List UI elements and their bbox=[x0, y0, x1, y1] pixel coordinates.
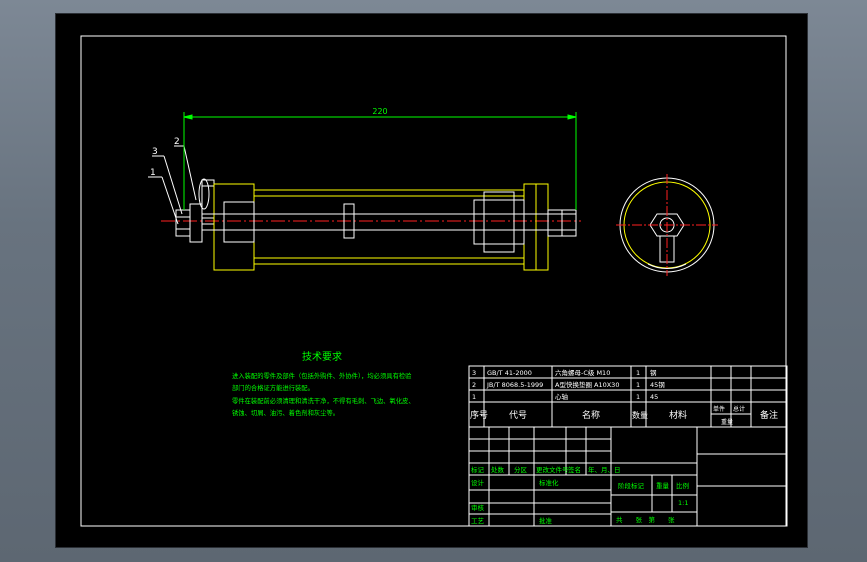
tb-label-review: 审核 bbox=[471, 503, 485, 512]
inner-rod bbox=[202, 191, 576, 253]
bom-row-2-qty: 1 bbox=[636, 381, 640, 389]
tb-label-signature: 签名 bbox=[568, 465, 581, 474]
balloon-2: 2 bbox=[174, 137, 180, 147]
bom-row-2-material: 45钢 bbox=[650, 381, 665, 389]
bom-row-3-qty: 1 bbox=[636, 369, 640, 377]
bom-row-3-name: 六角螺母-C级 M10 bbox=[555, 368, 610, 377]
bom-row-1-name: 心轴 bbox=[555, 392, 569, 401]
balloon-leaders bbox=[148, 145, 197, 225]
tb-label-design: 设计 bbox=[471, 478, 485, 487]
bom-header-name: 名称 bbox=[582, 409, 600, 421]
title-block bbox=[468, 365, 788, 527]
bom-row-1-material: 45 bbox=[650, 393, 658, 401]
tb-label-count: 处数 bbox=[491, 465, 505, 474]
tech-req-line-3: 零件在装配前必须清理和清洗干净，不得有毛刺、飞边、氧化皮、 bbox=[232, 396, 415, 405]
cylinder-body bbox=[213, 183, 549, 271]
tb-label-standard: 标准化 bbox=[539, 478, 559, 487]
assembly-drawing: 3 2 1 220 技术要求 进入装配的零件及部件（包括外购件、外协件），均必须… bbox=[80, 35, 788, 527]
tb-scale-value: 1:1 bbox=[678, 499, 688, 507]
drawing-frame bbox=[80, 35, 787, 527]
cad-viewport[interactable]: 3 2 1 220 技术要求 进入装配的零件及部件（包括外购件、外协件），均必须… bbox=[55, 13, 808, 548]
main-view: 3 2 1 220 bbox=[148, 107, 581, 271]
tech-req-line-1: 进入装配的零件及部件（包括外购件、外协件），均必须具有检验 bbox=[232, 371, 412, 380]
tech-req-line-2: 部门的合格证方能进行装配。 bbox=[232, 383, 314, 392]
tb-label-weight: 重量 bbox=[656, 482, 670, 490]
bom-header-no: 序号 bbox=[470, 409, 488, 421]
bom-header-total: 总计 bbox=[733, 405, 745, 413]
tb-label-scale: 比例 bbox=[676, 481, 689, 490]
bom-header-code: 代号 bbox=[509, 410, 527, 421]
bom-header-unit: 单件 bbox=[713, 405, 725, 413]
balloon-1: 1 bbox=[150, 168, 156, 178]
balloon-3: 3 bbox=[152, 147, 158, 157]
bom-row-1-no: 1 bbox=[472, 393, 476, 401]
tb-label-stage: 阶段标记 bbox=[618, 481, 645, 490]
bom-header-qty: 数量 bbox=[632, 410, 648, 420]
tb-label-zone: 分区 bbox=[514, 465, 528, 474]
side-view bbox=[616, 174, 718, 276]
tb-label-change-doc: 更改文件号 bbox=[536, 465, 569, 474]
bom-row-2-no: 2 bbox=[472, 381, 476, 389]
bom-headers: 序号 代号 名称 数量 材料 单件 总计 重量 备注 bbox=[470, 405, 778, 426]
length-dimension-value: 220 bbox=[372, 107, 387, 116]
tb-label-mark: 标记 bbox=[471, 465, 485, 474]
bom-rows: 3 GB/T 41-2000 六角螺母-C级 M10 1 钢 2 JB/T 80… bbox=[472, 368, 665, 401]
bom-header-weight: 重量 bbox=[721, 418, 733, 426]
tb-label-date: 年、月、日 bbox=[588, 465, 621, 474]
tech-req-title: 技术要求 bbox=[302, 350, 342, 363]
washer-part-2 bbox=[189, 178, 210, 243]
bom-header-remark: 备注 bbox=[760, 409, 778, 421]
bom-row-3-material: 钢 bbox=[650, 369, 657, 377]
bom-row-2-code: JB/T 8068.5-1999 bbox=[486, 381, 543, 389]
tb-label-process: 工艺 bbox=[471, 517, 485, 525]
tech-req-line-4: 锈蚀、切屑、油污、着色剂和灰尘等。 bbox=[232, 408, 339, 417]
tb-label-approve: 批准 bbox=[539, 516, 553, 525]
bom-row-3-no: 3 bbox=[472, 369, 476, 377]
tb-sheets: 共 张 第 张 bbox=[616, 515, 675, 524]
bom-row-3-code: GB/T 41-2000 bbox=[487, 369, 532, 377]
length-dimension bbox=[183, 112, 577, 210]
bom-row-1-qty: 1 bbox=[636, 393, 640, 401]
bom-row-2-name: A型快换垫圈 A10X30 bbox=[555, 380, 619, 389]
bom-header-material: 材料 bbox=[669, 409, 687, 421]
